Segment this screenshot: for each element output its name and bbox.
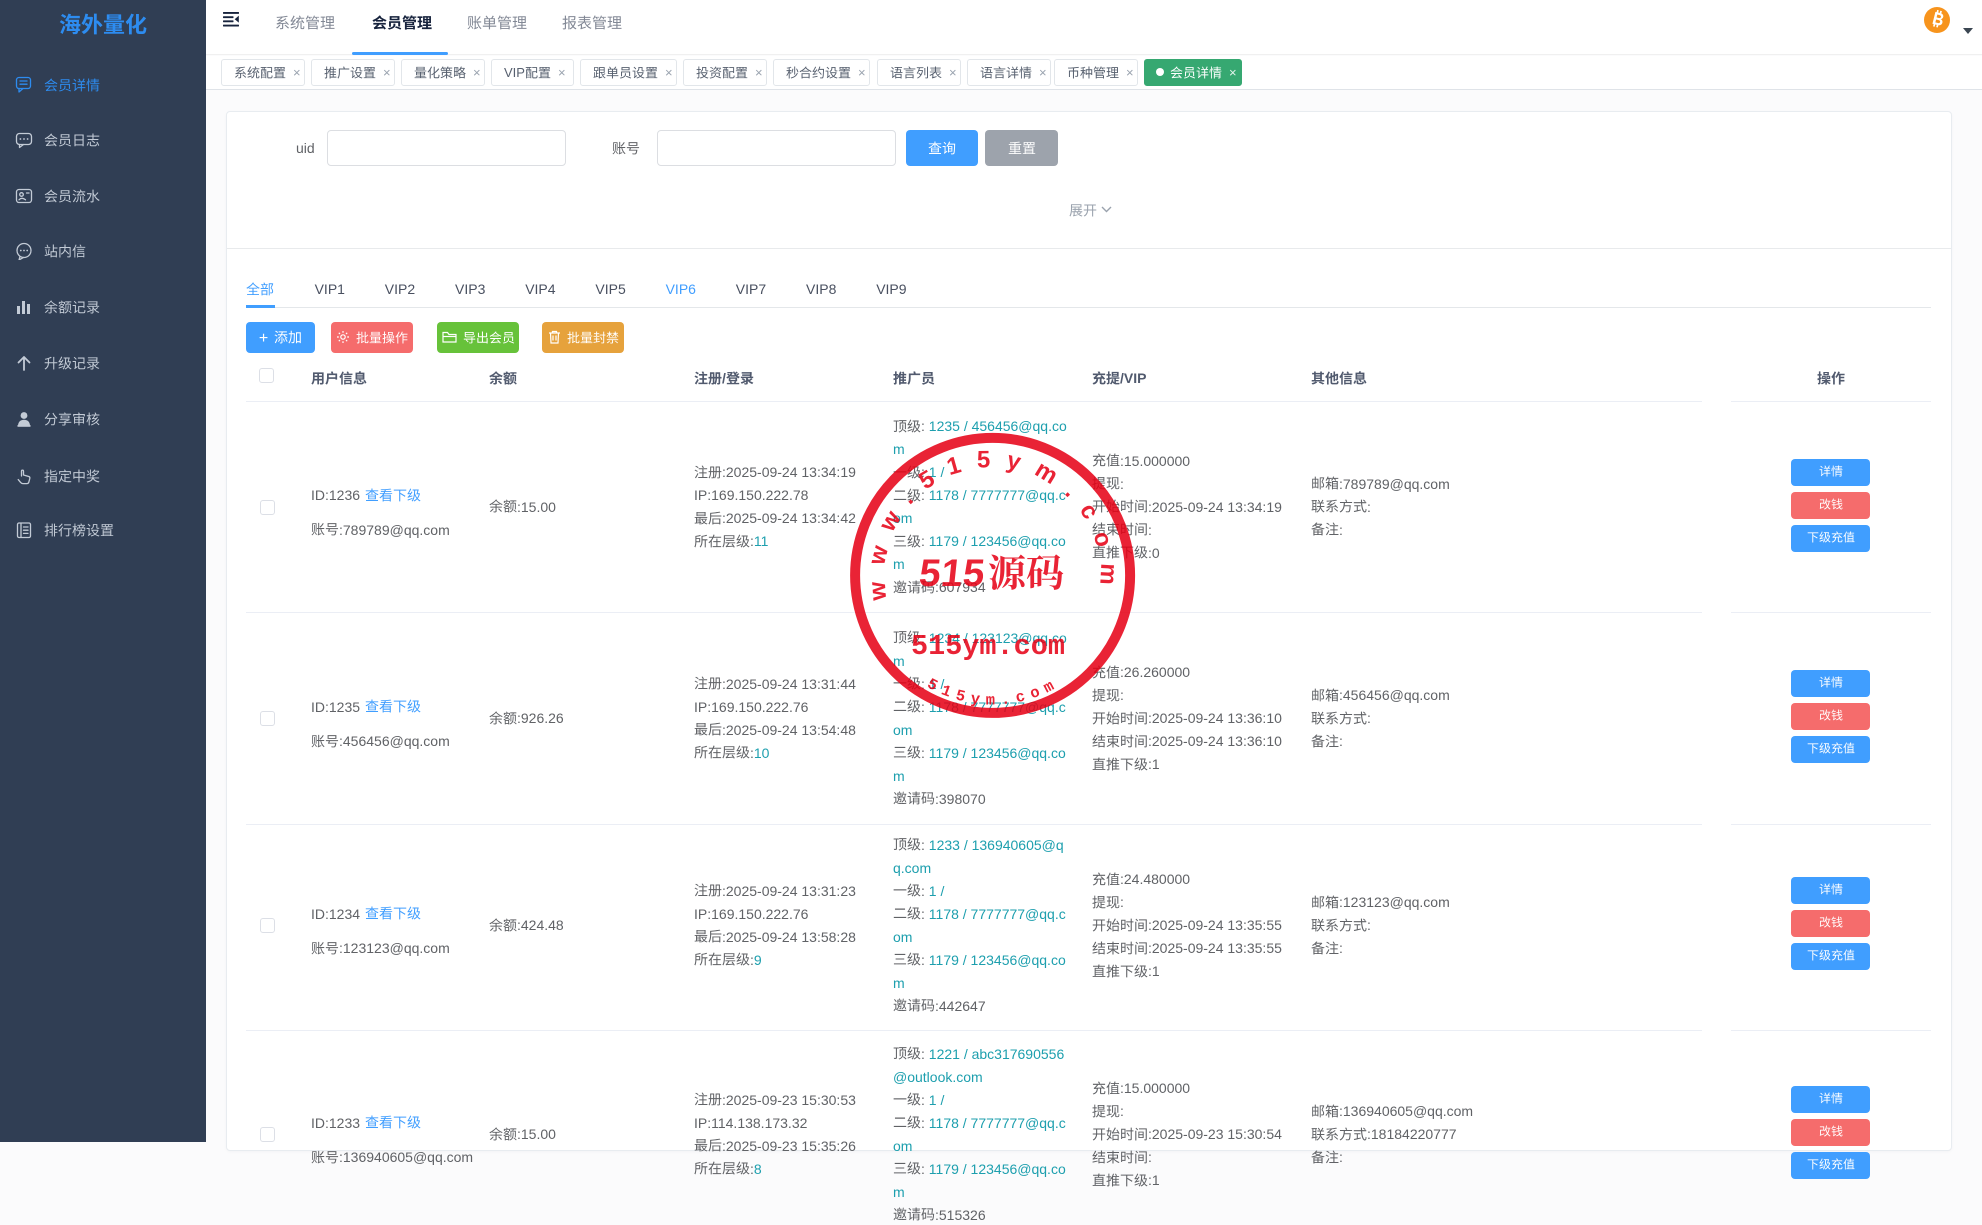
- svg-text:515ym.com: 515ym.com: [911, 630, 1065, 663]
- svg-text:515: 515: [917, 552, 987, 595]
